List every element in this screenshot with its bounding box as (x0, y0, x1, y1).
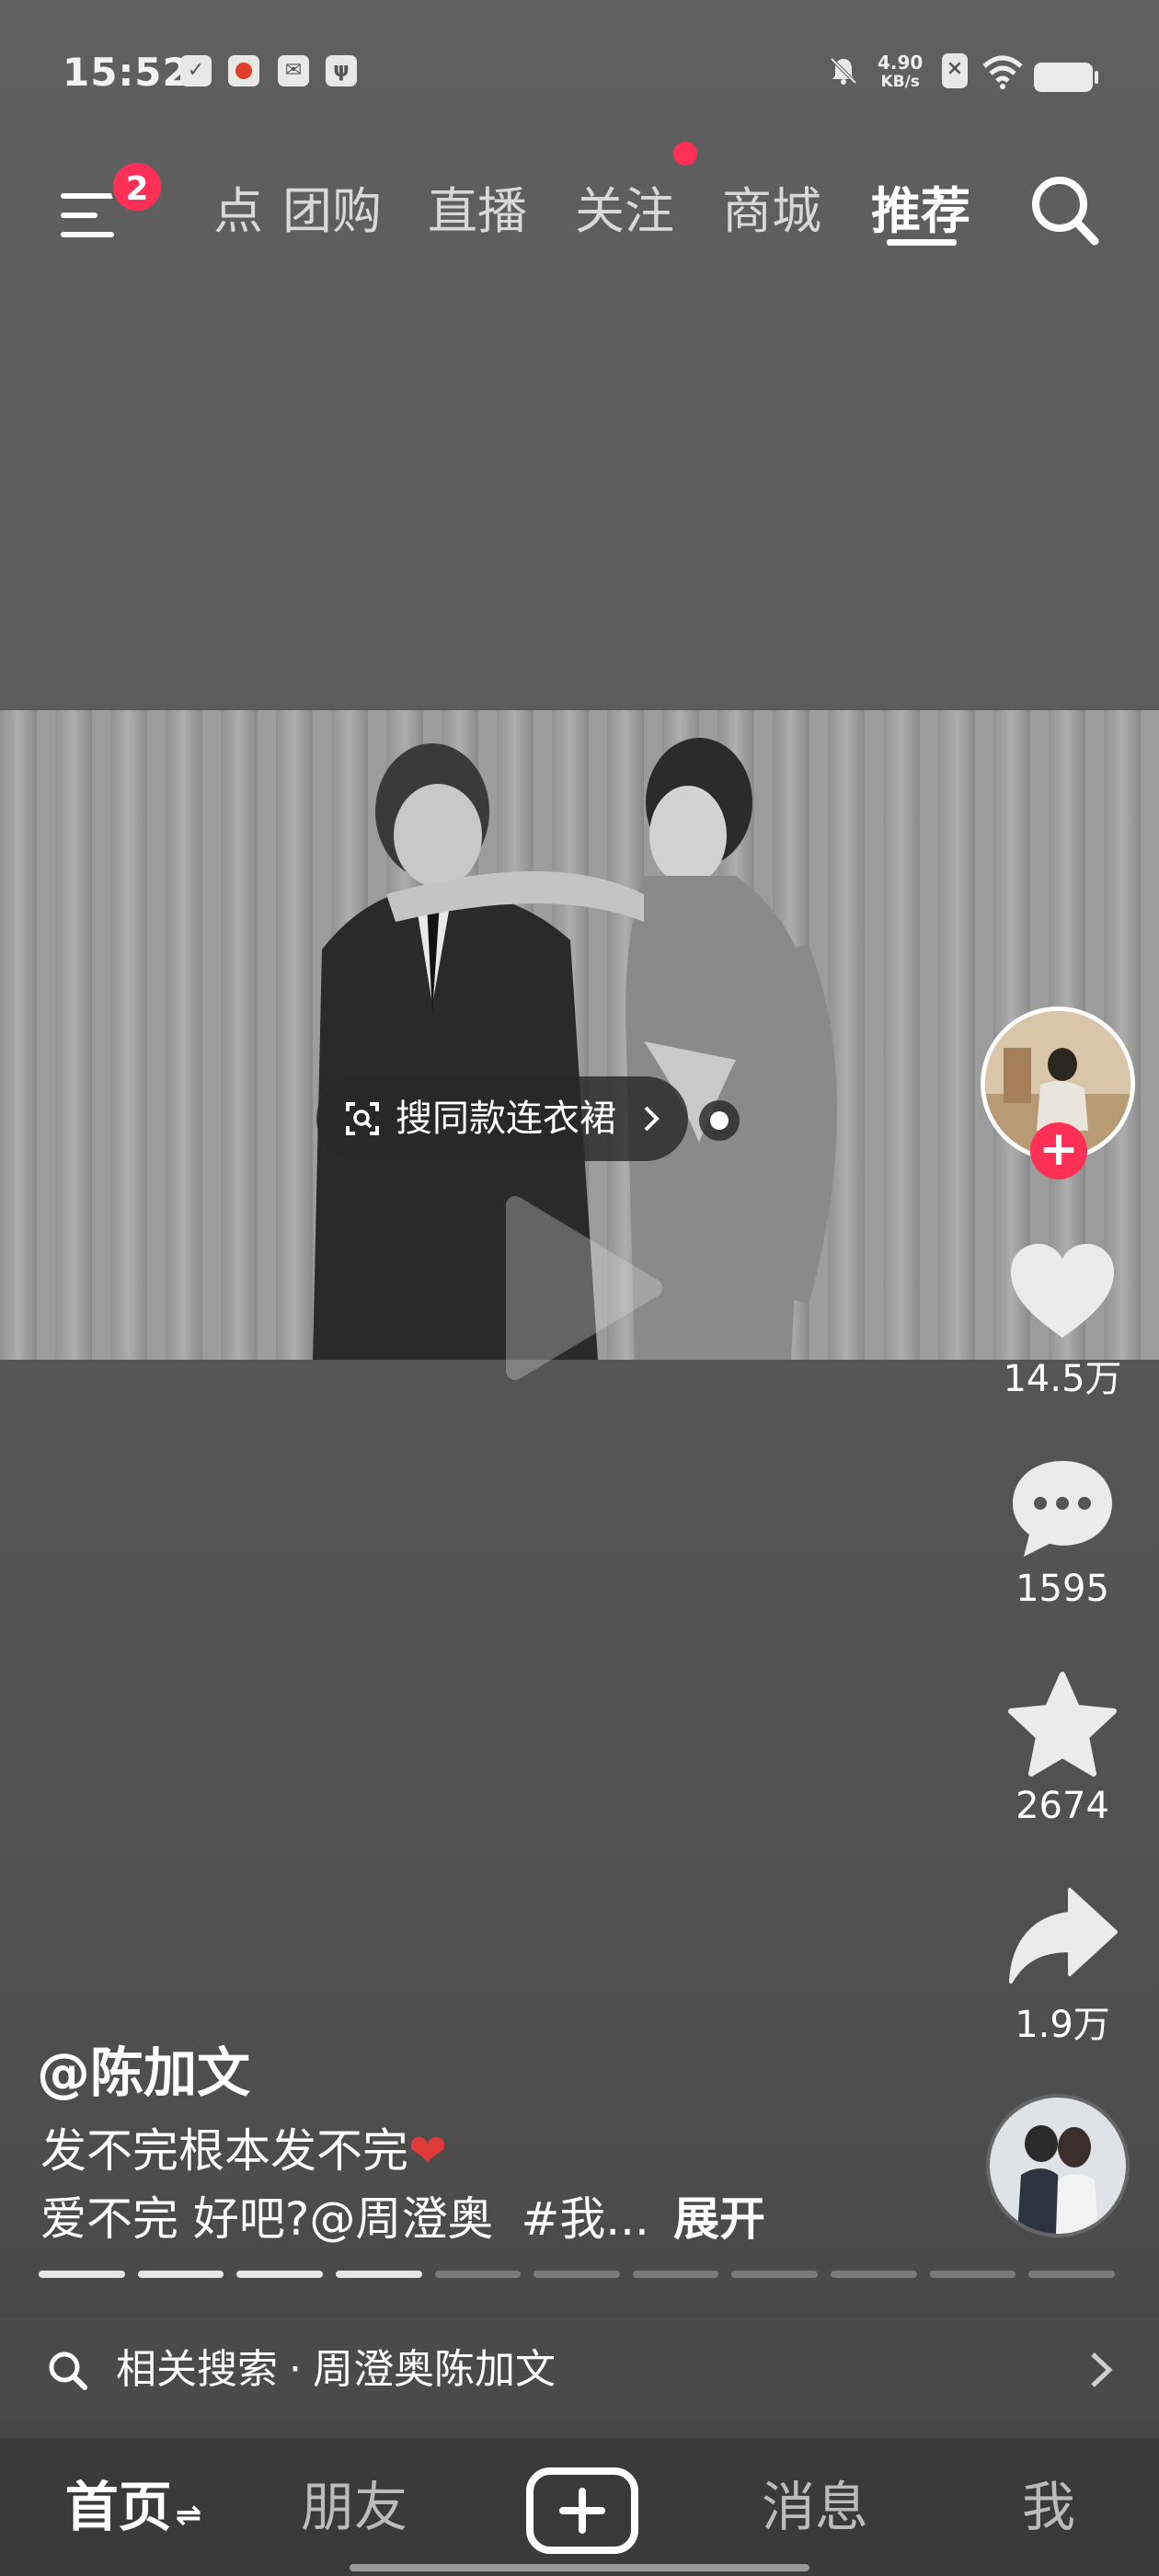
related-search-bar[interactable]: 相关搜索 · 周澄奥陈加文 (0, 2318, 1159, 2420)
status-bar: 15:52 ✓ ✉ ψ 4.90 KB/s × (0, 0, 1159, 138)
share-count: 1.9万 (1015, 2004, 1110, 2046)
heart-icon (1011, 1244, 1114, 1338)
plus-icon (559, 2488, 605, 2534)
share-arrow-icon (1009, 1888, 1118, 1984)
progress-segment (831, 2271, 917, 2278)
chevron-right-icon (644, 1106, 660, 1132)
progress-segment (929, 2271, 1016, 2278)
no-sim-icon: × (942, 53, 968, 88)
favorite-button[interactable]: 2674 (993, 1671, 1131, 1827)
shop-tag-label: 搜同款连衣裙 (396, 1098, 616, 1140)
menu-icon (61, 193, 116, 239)
heart-emoji-icon: ❤ (408, 2124, 447, 2178)
music-disc-avatar[interactable] (986, 2094, 1130, 2237)
status-time: 15:52 (63, 50, 190, 95)
related-search-arrow[interactable] (1067, 2338, 1131, 2402)
network-speed: 4.90 KB/s (878, 52, 924, 92)
tab-following[interactable]: 关注 (557, 156, 692, 267)
wifi-icon (981, 53, 1025, 94)
usb-debug-icon: ψ (326, 55, 357, 86)
progress-segment (1028, 2271, 1115, 2278)
expand-caption-button[interactable]: 展开 (673, 2182, 765, 2248)
search-icon (1032, 177, 1099, 246)
like-button[interactable]: 14.5万 (993, 1242, 1131, 1402)
caption-line-1: 发不完根本发不完❤ (40, 2124, 447, 2178)
search-button[interactable] (1010, 156, 1120, 267)
caption-line-2: 爱不完 好吧?@周澄奥 #我... (40, 2182, 649, 2248)
progress-segment (534, 2271, 620, 2278)
video-feed-screen: 15:52 ✓ ✉ ψ 4.90 KB/s × 2 点 团购 直播 关注 商城 … (0, 0, 1159, 2576)
shop-tag-toggle[interactable] (699, 1100, 740, 1141)
comment-icon (1013, 1461, 1112, 1557)
nav-friends[interactable]: 朋友 (247, 2438, 462, 2576)
search-icon (49, 2352, 87, 2390)
menu-button[interactable]: 2 (33, 156, 164, 272)
following-red-dot (673, 142, 697, 166)
progress-segment (731, 2271, 819, 2278)
like-count: 14.5万 (1003, 1358, 1122, 1400)
shop-similar-tag[interactable]: 搜同款连衣裙 (316, 1076, 688, 1161)
bottom-nav-bar: 首页 ⇌ 朋友 消息 我 (0, 2438, 1159, 2576)
mention-text[interactable]: 爱不完 好吧?@周澄奥 (40, 2192, 493, 2246)
tab-mall[interactable]: 商城 (705, 156, 839, 267)
tab-hot[interactable]: 点 (162, 156, 263, 267)
progress-segment (137, 2271, 224, 2278)
active-tab-indicator (887, 239, 957, 246)
nav-messages[interactable]: 消息 (686, 2438, 944, 2576)
progress-segment (236, 2271, 323, 2278)
image-progress-segments (39, 2271, 1115, 2280)
play-button[interactable] (497, 1187, 662, 1389)
favorite-count: 2674 (1016, 1785, 1109, 1827)
swap-arrows-icon: ⇌ (175, 2497, 202, 2534)
share-button[interactable]: 1.9万 (993, 1886, 1131, 2048)
chevron-right-icon (1091, 2352, 1113, 2387)
mute-bell-icon (828, 55, 859, 86)
tab-group-buy[interactable]: 团购 (265, 156, 399, 267)
checkbox-icon: ✓ (180, 55, 212, 86)
tab-recommend[interactable]: 推荐 (854, 156, 988, 267)
related-search-text: 相关搜索 · 周澄奥陈加文 (116, 2346, 556, 2393)
battery-icon (1034, 63, 1098, 92)
top-tab-bar: 2 点 团购 直播 关注 商城 推荐 (0, 129, 1159, 276)
app-notification-icon (228, 55, 259, 86)
comment-button[interactable]: 1595 (993, 1457, 1131, 1610)
comment-count: 1595 (1016, 1568, 1109, 1610)
create-post-button[interactable] (526, 2467, 638, 2554)
progress-segment (335, 2271, 422, 2278)
play-icon (506, 1196, 662, 1380)
nav-home[interactable]: 首页 ⇌ (46, 2438, 221, 2576)
follow-button[interactable]: + (1030, 1122, 1087, 1179)
progress-segment (39, 2271, 125, 2278)
mail-icon: ✉ (278, 55, 309, 86)
related-search-query: 周澄奥陈加文 (313, 2346, 556, 2393)
menu-badge: 2 (110, 160, 164, 213)
home-indicator[interactable] (350, 2564, 809, 2571)
progress-segment (434, 2271, 522, 2278)
star-icon (1008, 1672, 1117, 1777)
author-name-link[interactable]: @陈加文 (37, 2030, 250, 2107)
tab-live[interactable]: 直播 (410, 156, 545, 267)
hashtag-link[interactable]: #我... (521, 2192, 649, 2246)
nav-me[interactable]: 我 (938, 2438, 1159, 2576)
scan-icon (346, 1102, 379, 1135)
progress-segment (632, 2271, 719, 2278)
